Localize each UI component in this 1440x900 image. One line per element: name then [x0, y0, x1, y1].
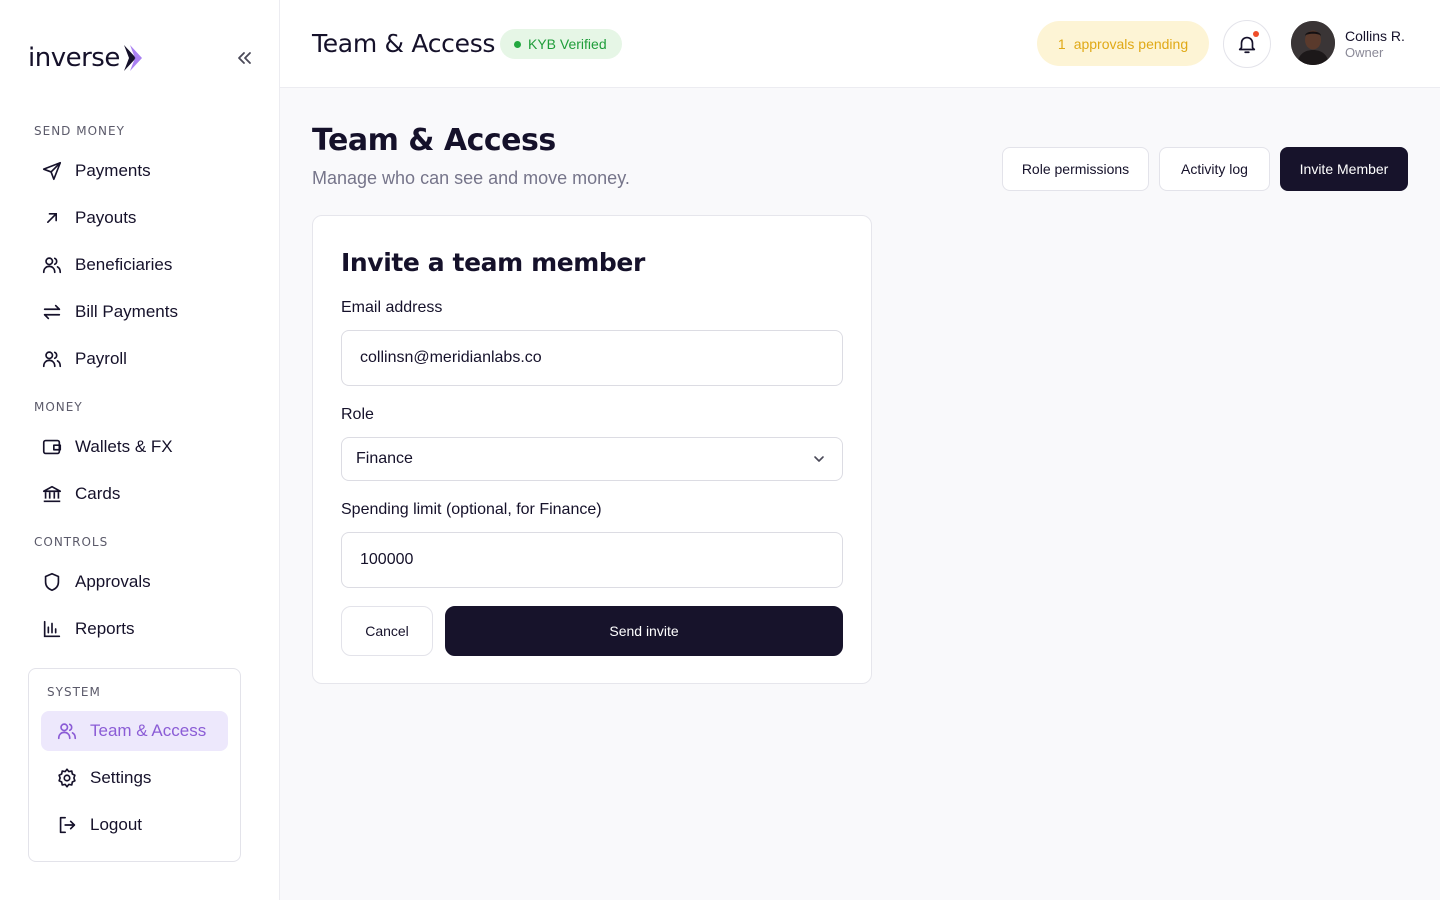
logo-mark-icon — [123, 45, 142, 71]
sidebar-item-payouts[interactable]: Payouts — [40, 198, 136, 238]
sidebar-item-payments[interactable]: Payments — [40, 151, 151, 191]
sidebar-item-label: Cards — [75, 484, 121, 503]
sidebar-item-label: Payroll — [75, 349, 127, 368]
sidebar-item-team-access[interactable]: Team & Access — [41, 711, 228, 751]
notification-dot — [1253, 31, 1259, 37]
system-section: SYSTEM Team & Access Settings Logout — [28, 668, 241, 862]
users-icon — [40, 253, 64, 277]
section-label-send-money: SEND MONEY — [34, 124, 125, 138]
sidebar-item-label: Bill Payments — [75, 302, 178, 321]
page-title: Team & Access — [312, 123, 556, 158]
approvals-pending-pill[interactable]: 1 approvals pending — [1037, 21, 1209, 66]
spending-limit-field[interactable]: 100000 — [341, 532, 843, 588]
users-icon — [40, 347, 64, 371]
sidebar-item-label: Beneficiaries — [75, 255, 173, 274]
sidebar-item-cards[interactable]: Cards — [40, 474, 120, 514]
user-name: Collins R. — [1345, 28, 1405, 44]
bank-icon — [40, 482, 64, 506]
email-label: Email address — [341, 299, 443, 316]
section-label-system: SYSTEM — [47, 685, 101, 699]
role-select[interactable]: Finance — [341, 437, 843, 481]
sidebar-item-label: Wallets & FX — [75, 437, 173, 456]
header-title: Team & Access — [312, 29, 496, 58]
sidebar: inverse SEND MONEY Payments Payouts Bene… — [0, 0, 280, 900]
brand-name: inverse — [28, 43, 120, 73]
kyb-status-badge: KYB Verified — [500, 29, 622, 59]
top-bar: Team & Access KYB Verified 1 approvals p… — [280, 0, 1440, 88]
sidebar-item-wallets-fx[interactable]: Wallets & FX — [40, 427, 173, 467]
card-title: Invite a team member — [341, 248, 645, 277]
logout-icon — [55, 813, 79, 837]
sidebar-item-approvals[interactable]: Approvals — [40, 562, 151, 602]
activity-log-button[interactable]: Activity log — [1159, 147, 1270, 191]
sidebar-item-logout[interactable]: Logout — [41, 805, 228, 845]
cancel-button[interactable]: Cancel — [341, 606, 433, 656]
sidebar-item-label: Settings — [90, 768, 152, 787]
brand-logo[interactable]: inverse — [28, 42, 144, 74]
sidebar-item-label: Payments — [75, 161, 151, 180]
invite-member-button[interactable]: Invite Member — [1280, 147, 1408, 191]
transfer-arrows-icon — [40, 300, 64, 324]
avatar-image — [1291, 21, 1335, 65]
wallet-icon — [40, 435, 64, 459]
email-field[interactable]: collinsn@meridianlabs.co — [341, 330, 843, 386]
send-icon — [40, 159, 64, 183]
notifications-button[interactable] — [1223, 20, 1271, 68]
shield-icon — [40, 570, 64, 594]
sidebar-item-label: Approvals — [75, 572, 151, 591]
section-label-money: MONEY — [34, 400, 83, 414]
status-dot-icon — [514, 40, 521, 48]
sidebar-item-settings[interactable]: Settings — [41, 758, 228, 798]
avatar[interactable] — [1291, 21, 1335, 65]
sidebar-item-payroll[interactable]: Payroll — [40, 339, 127, 379]
role-select-value: Finance — [356, 450, 413, 467]
users-icon — [55, 719, 79, 743]
user-role: Owner — [1345, 45, 1384, 60]
approvals-count: 1 — [1057, 35, 1066, 52]
sidebar-item-label: Logout — [90, 815, 142, 834]
arrow-up-right-icon — [40, 206, 64, 230]
page-subtitle: Manage who can see and move money. — [312, 168, 630, 188]
role-label: Role — [341, 406, 374, 423]
send-invite-button[interactable]: Send invite — [445, 606, 843, 656]
collapse-sidebar-button[interactable] — [232, 46, 256, 70]
sidebar-item-beneficiaries[interactable]: Beneficiaries — [40, 245, 172, 285]
kyb-badge-label: KYB Verified — [528, 36, 607, 52]
sidebar-item-bill-payments[interactable]: Bill Payments — [40, 292, 178, 332]
gear-icon — [55, 766, 79, 790]
sidebar-item-label: Team & Access — [90, 721, 207, 740]
invite-member-card: Invite a team member Email address colli… — [312, 215, 872, 684]
chevrons-left-icon — [238, 52, 251, 64]
chevron-down-icon — [814, 456, 824, 462]
bar-chart-icon — [40, 617, 64, 641]
spending-limit-label: Spending limit (optional, for Finance) — [341, 501, 602, 518]
sidebar-item-label: Payouts — [75, 208, 137, 227]
sidebar-item-reports[interactable]: Reports — [40, 609, 135, 649]
role-permissions-button[interactable]: Role permissions — [1002, 147, 1149, 191]
approvals-text: approvals pending — [1073, 35, 1189, 52]
sidebar-item-label: Reports — [75, 619, 135, 638]
section-label-controls: CONTROLS — [34, 535, 109, 549]
